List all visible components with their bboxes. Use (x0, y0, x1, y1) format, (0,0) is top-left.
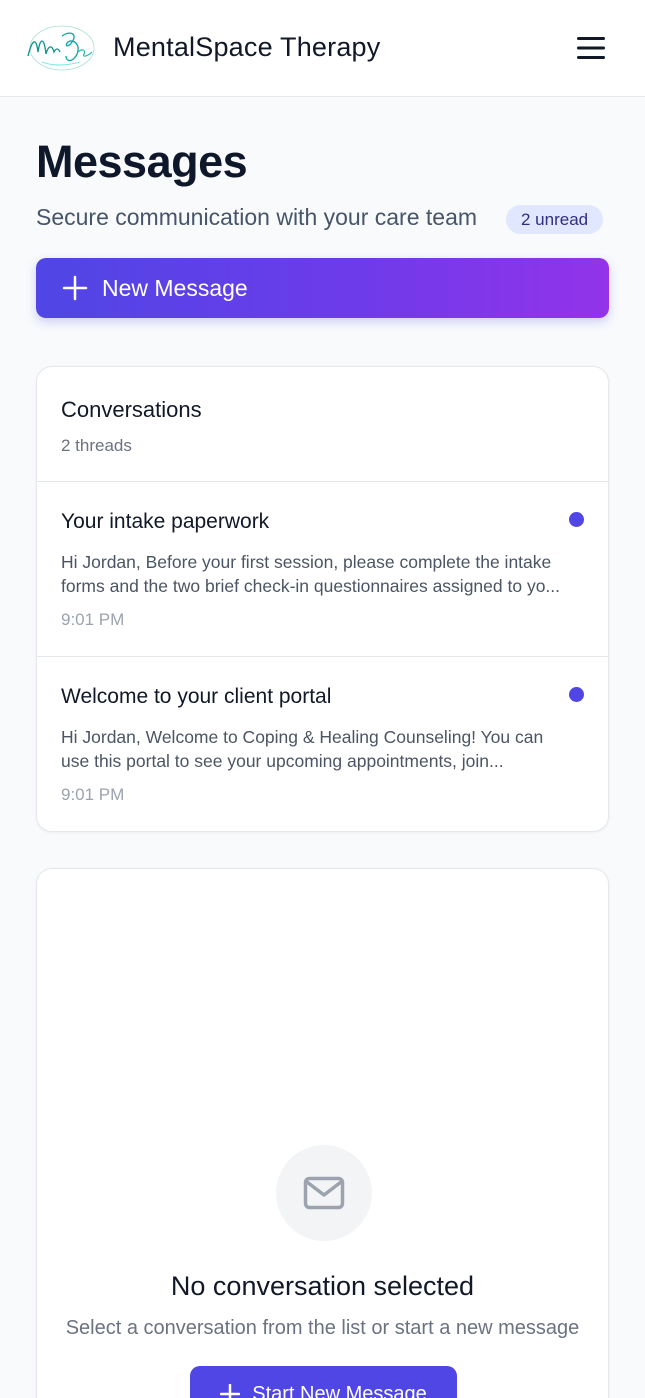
page-subtitle: Secure communication with your care team (36, 204, 478, 230)
conversation-detail-panel: No conversation selected Select a conver… (36, 868, 609, 1398)
empty-state-title: No conversation selected (170, 1271, 475, 1301)
thread-preview-line: Hi Jordan, Welcome to Coping & Healing C… (61, 727, 544, 747)
thread-preview-line: forms and the two brief check-in questio… (61, 576, 561, 596)
thread-preview: Hi Jordan, Welcome to Coping & Healing C… (61, 725, 581, 773)
conversation-thread[interactable]: Your intake paperwork Hi Jordan, Before … (37, 482, 608, 657)
mail-icon (303, 1176, 345, 1210)
unread-indicator-dot (569, 512, 584, 527)
hamburger-menu-button[interactable] (571, 30, 611, 66)
empty-state-subtitle: Select a conversation from the list or s… (65, 1317, 580, 1339)
top-navigation-bar: MentalSpace Therapy (0, 0, 645, 97)
conversations-title: Conversations (61, 397, 202, 422)
unread-count-badge: 2 unread (506, 205, 604, 234)
unread-indicator-dot (569, 687, 584, 702)
hamburger-menu-icon (577, 37, 605, 59)
thread-count: 2 threads (61, 436, 132, 455)
thread-timestamp: 9:01 PM (61, 610, 125, 629)
new-message-button[interactable]: New Message (36, 258, 609, 318)
conversation-thread[interactable]: Welcome to your client portal Hi Jordan,… (37, 657, 608, 831)
page-title: Messages (36, 136, 248, 187)
thread-subject: Your intake paperwork (61, 510, 270, 533)
start-new-message-button[interactable]: Start New Message (190, 1366, 457, 1398)
thread-subject: Welcome to your client portal (61, 685, 332, 708)
plus-icon (62, 275, 88, 301)
mentalspace-logo[interactable] (22, 22, 98, 74)
thread-preview-line: use this portal to see your upcoming app… (61, 751, 504, 771)
plus-icon (220, 1384, 241, 1398)
start-new-message-label: Start New Message (252, 1382, 427, 1398)
thread-preview: Hi Jordan, Before your first session, pl… (61, 550, 581, 598)
conversations-header: Conversations 2 threads (37, 367, 608, 482)
thread-timestamp: 9:01 PM (61, 785, 125, 804)
new-message-label: New Message (102, 274, 248, 301)
app-title: MentalSpace Therapy (113, 32, 381, 62)
empty-state-icon-circle (276, 1145, 372, 1241)
thread-preview-line: Hi Jordan, Before your first session, pl… (61, 552, 552, 572)
conversations-panel: Conversations 2 threads Your intake pape… (36, 366, 609, 832)
